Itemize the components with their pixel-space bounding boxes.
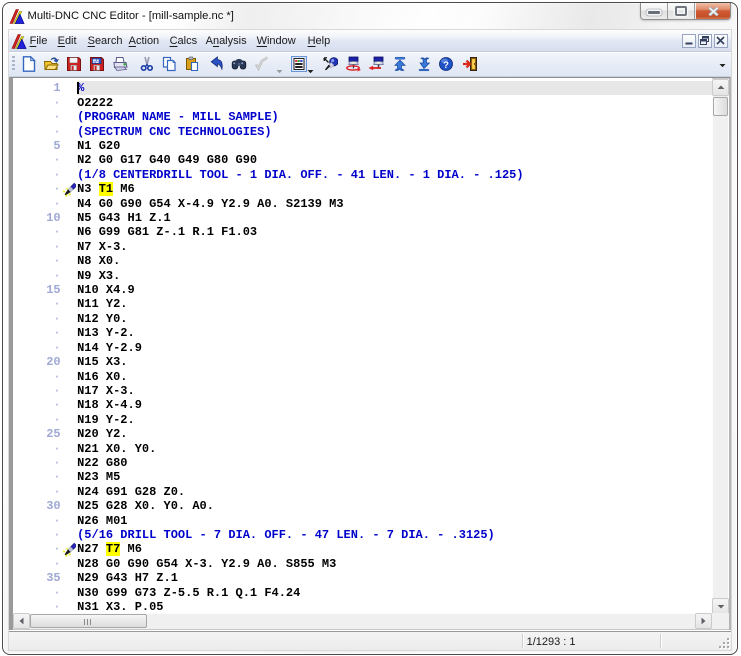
svg-text:?: ? <box>443 60 449 71</box>
